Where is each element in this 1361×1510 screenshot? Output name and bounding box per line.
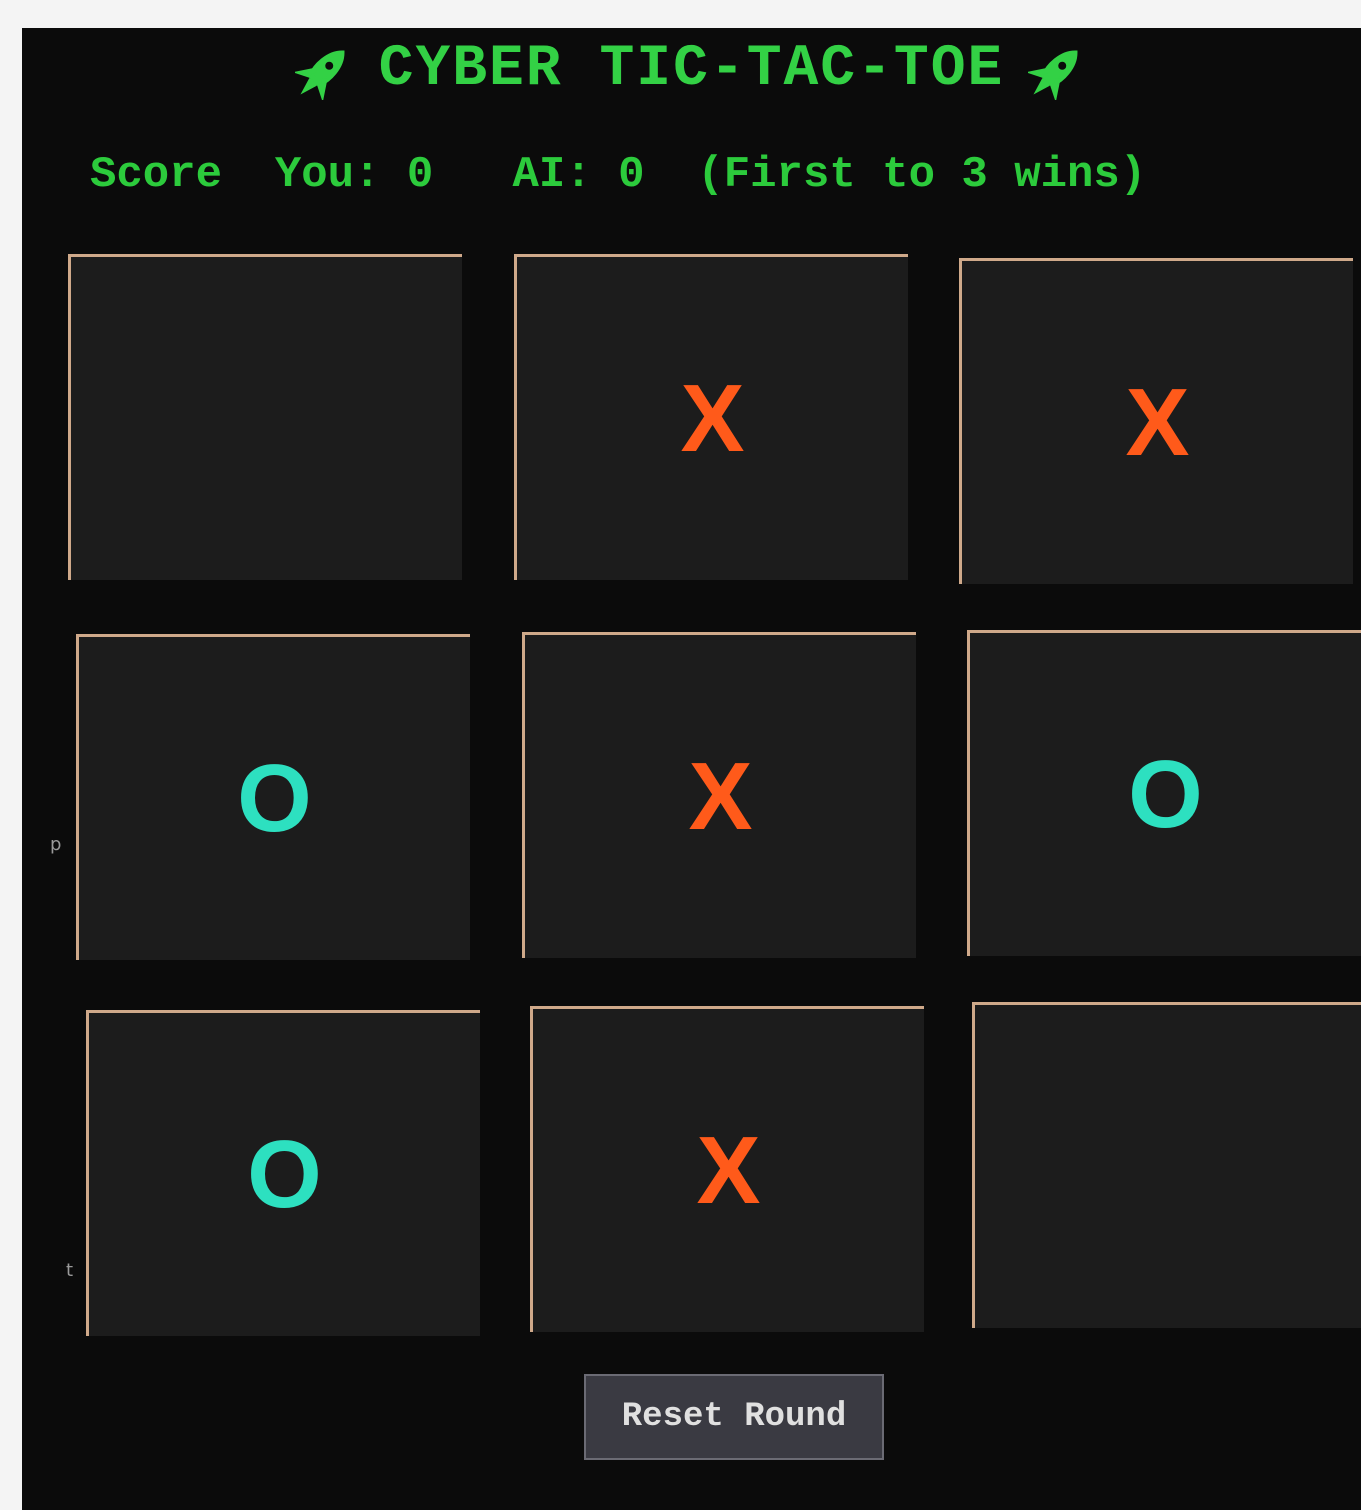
x-mark: X — [696, 1116, 761, 1224]
x-mark: X — [1125, 368, 1190, 476]
board-cell[interactable]: O — [967, 630, 1361, 956]
o-mark: O — [237, 744, 312, 852]
board-cell[interactable] — [972, 1002, 1361, 1328]
game-screen: CYBER TIC-TAC-TOE Score You: 0 AI: 0 (Fi… — [22, 28, 1361, 1510]
board-cell[interactable]: O — [76, 634, 470, 960]
board-cell[interactable]: X — [530, 1006, 924, 1332]
edge-glyph: p — [50, 834, 62, 855]
board-cell[interactable]: X — [522, 632, 916, 958]
reset-round-button[interactable]: Reset Round — [584, 1374, 884, 1460]
board-cell[interactable]: O — [86, 1010, 480, 1336]
board-cell[interactable]: X — [514, 254, 908, 580]
x-mark: X — [688, 742, 753, 850]
o-mark: O — [1128, 740, 1203, 848]
board-cell[interactable]: X — [959, 258, 1353, 584]
o-mark: O — [247, 1120, 322, 1228]
game-board: X X O X O O X — [22, 28, 1361, 1510]
x-mark: X — [680, 364, 745, 472]
board-cell[interactable] — [68, 254, 462, 580]
edge-glyph: t — [66, 1260, 74, 1281]
